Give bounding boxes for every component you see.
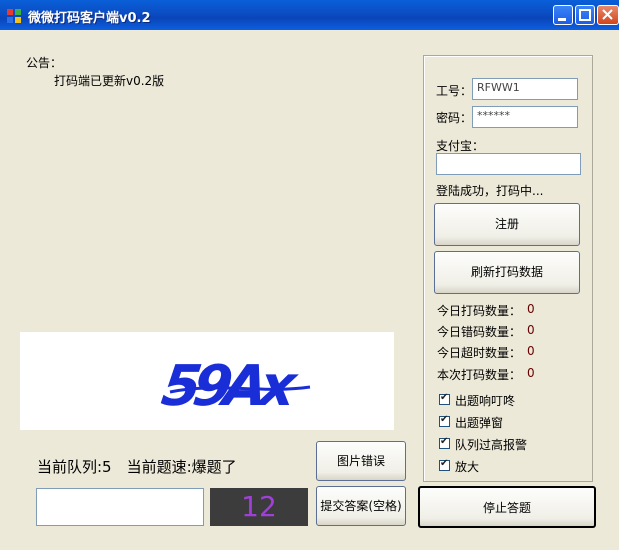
stop-answering-button[interactable]: 停止答题 bbox=[418, 486, 596, 528]
maximize-icon bbox=[579, 9, 591, 21]
alipay-label: 支付宝： bbox=[436, 139, 485, 153]
notice-text: 打码端已更新v0.2版 bbox=[54, 74, 165, 88]
captcha-svg: 59Ax bbox=[158, 354, 311, 419]
countdown-display: 12 bbox=[210, 488, 308, 526]
stat-today-count-label: 今日打码数量： bbox=[437, 304, 522, 318]
password-label: 密码： bbox=[436, 111, 473, 125]
id-label: 工号： bbox=[436, 84, 473, 98]
minimize-icon bbox=[558, 18, 566, 21]
close-button[interactable] bbox=[597, 5, 619, 25]
refresh-data-button[interactable]: 刷新打码数据 bbox=[434, 251, 580, 294]
captcha-image: 59Ax bbox=[20, 332, 394, 430]
image-error-button[interactable]: 图片错误 bbox=[316, 441, 406, 481]
alipay-field[interactable] bbox=[436, 153, 581, 175]
app-icon bbox=[7, 9, 21, 23]
submit-answer-button[interactable]: 提交答案(空格) bbox=[316, 486, 406, 526]
option-sound-label: 出题响叮咚 bbox=[455, 394, 516, 408]
title-bar: 微微打码客户端v0.2 bbox=[0, 0, 619, 30]
option-popup-label: 出题弹窗 bbox=[455, 416, 504, 430]
queue-status: 当前队列:5 当前题速:爆题了 bbox=[37, 458, 237, 476]
answer-input[interactable] bbox=[36, 488, 204, 526]
option-zoom-checkbox[interactable] bbox=[439, 458, 450, 471]
option-queue-alarm-checkbox[interactable] bbox=[439, 436, 450, 449]
window-title: 微微打码客户端v0.2 bbox=[28, 11, 151, 26]
register-button[interactable]: 注册 bbox=[434, 203, 580, 246]
main-client: 公告： 打码端已更新v0.2版 工号： RFWW1 密码： ****** 支付宝… bbox=[0, 30, 619, 550]
option-popup-checkbox[interactable] bbox=[439, 414, 450, 427]
stat-today-count-value: 0 bbox=[527, 302, 535, 316]
minimize-button[interactable] bbox=[553, 5, 573, 25]
option-zoom-label: 放大 bbox=[455, 460, 480, 474]
stat-session-count-value: 0 bbox=[527, 366, 535, 380]
maximize-button[interactable] bbox=[575, 5, 595, 25]
close-icon bbox=[602, 9, 613, 20]
stat-today-timeout-label: 今日超时数量： bbox=[437, 346, 522, 360]
id-field[interactable]: RFWW1 bbox=[472, 78, 578, 100]
notice-label: 公告： bbox=[26, 56, 63, 70]
option-sound-checkbox[interactable] bbox=[439, 392, 450, 405]
password-field[interactable]: ****** bbox=[472, 106, 578, 128]
stat-session-count-label: 本次打码数量： bbox=[437, 368, 522, 382]
stat-today-timeout-value: 0 bbox=[527, 344, 535, 358]
option-queue-alarm-label: 队列过高报警 bbox=[455, 438, 528, 452]
login-status: 登陆成功，打码中... bbox=[436, 184, 544, 198]
stat-today-error-label: 今日错码数量： bbox=[437, 325, 522, 339]
stat-today-error-value: 0 bbox=[527, 323, 535, 337]
